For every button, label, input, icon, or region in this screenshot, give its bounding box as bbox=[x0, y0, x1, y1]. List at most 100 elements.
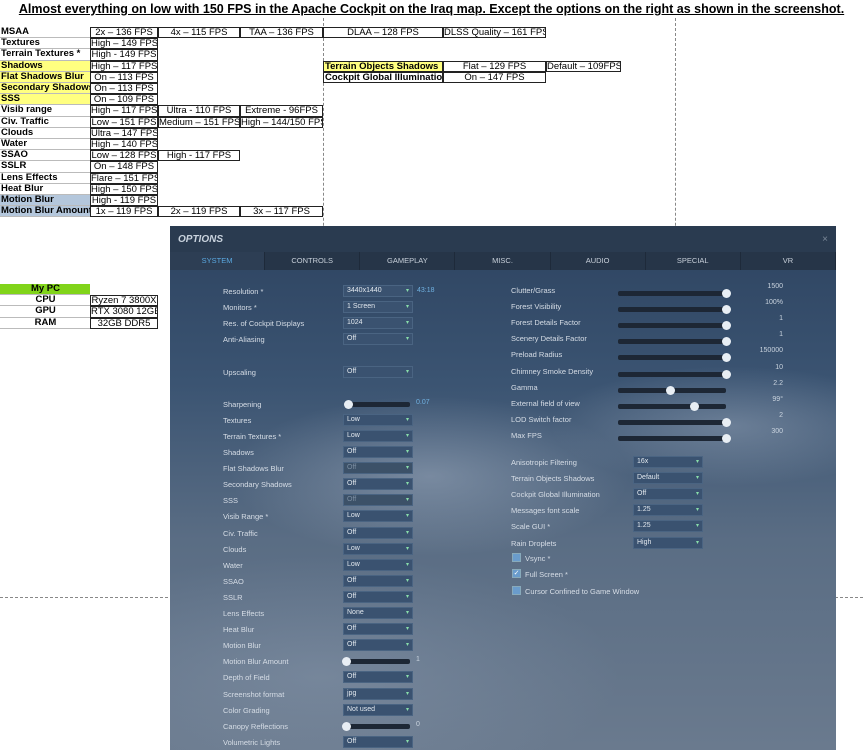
slider-value: 0 bbox=[416, 720, 420, 728]
sheet-cell: High – 150 FPS bbox=[90, 183, 158, 195]
setting-dropdown[interactable]: 16x bbox=[633, 456, 703, 468]
setting-dropdown[interactable]: Off bbox=[343, 478, 413, 491]
setting-slider[interactable] bbox=[618, 305, 731, 315]
slider-knob[interactable] bbox=[722, 369, 731, 379]
setting-dropdown[interactable]: Off bbox=[343, 590, 413, 603]
setting-dropdown[interactable]: 3440x1440 bbox=[343, 285, 413, 297]
setting-label: Volumetric Lights bbox=[223, 737, 281, 747]
setting-dropdown[interactable]: Off bbox=[343, 574, 413, 587]
checkbox[interactable]: ✓ bbox=[512, 569, 521, 579]
setting-dropdown[interactable]: Off bbox=[343, 365, 413, 378]
setting-dropdown[interactable]: Off bbox=[343, 333, 413, 346]
slider-knob[interactable] bbox=[343, 399, 353, 409]
setting-slider[interactable] bbox=[618, 385, 726, 395]
setting-label: Terrain Objects Shadows bbox=[511, 474, 595, 484]
setting-row: Textures Low bbox=[170, 412, 500, 428]
setting-dropdown[interactable]: 1024 bbox=[343, 317, 413, 330]
setting-slider[interactable] bbox=[618, 337, 731, 347]
sheet-cell: 1x – 119 FPS bbox=[90, 206, 158, 218]
setting-dropdown[interactable]: Low bbox=[343, 542, 413, 555]
tab-gameplay[interactable]: GAMEPLAY bbox=[360, 252, 456, 270]
slider-knob[interactable] bbox=[722, 353, 731, 363]
slider-knob[interactable] bbox=[689, 401, 699, 411]
sheet-cell: 2x – 119 FPS bbox=[158, 206, 240, 218]
setting-row: Monitors * 1 Screen bbox=[170, 299, 500, 315]
setting-dropdown[interactable]: Low bbox=[343, 413, 413, 426]
setting-dropdown[interactable]: Off bbox=[343, 623, 413, 636]
setting-row: Flat Shadows Blur Off bbox=[170, 460, 500, 476]
checkbox[interactable] bbox=[512, 553, 521, 562]
slider-value: 99° bbox=[772, 395, 783, 403]
setting-label: Flat Shadows Blur bbox=[223, 464, 284, 474]
slider-knob[interactable] bbox=[722, 321, 731, 331]
setting-label: LOD Switch factor bbox=[511, 414, 572, 424]
slider-knob[interactable] bbox=[665, 385, 675, 395]
slider-knob[interactable] bbox=[722, 289, 731, 298]
tab-audio[interactable]: AUDIO bbox=[551, 252, 646, 270]
sheet-cell: High – 144/150 FPS bbox=[240, 116, 323, 128]
slider-knob[interactable] bbox=[722, 417, 731, 427]
checkbox-row[interactable]: Vsync * bbox=[510, 551, 710, 567]
setting-row: Terrain Objects Shadows Default bbox=[510, 470, 710, 486]
setting-dropdown[interactable]: Off bbox=[343, 526, 413, 539]
setting-slider[interactable] bbox=[618, 369, 731, 379]
setting-dropdown[interactable]: 1 Screen bbox=[343, 301, 413, 314]
checkbox[interactable] bbox=[512, 585, 521, 595]
setting-dropdown[interactable]: Not used bbox=[343, 703, 413, 716]
setting-row: Messages font scale 1.25 bbox=[510, 502, 710, 518]
setting-dropdown[interactable]: Off bbox=[633, 488, 703, 501]
setting-slider[interactable] bbox=[618, 321, 731, 331]
setting-slider[interactable] bbox=[618, 433, 731, 443]
setting-dropdown[interactable]: None bbox=[343, 607, 413, 619]
sheet-row-label: Terrain Objects Shadows bbox=[323, 61, 443, 73]
checkbox-label: Full Screen * bbox=[525, 570, 568, 580]
setting-dropdown[interactable]: Off bbox=[343, 639, 413, 652]
slider-knob[interactable] bbox=[342, 657, 351, 667]
setting-dropdown[interactable]: High bbox=[633, 536, 703, 549]
slider-knob[interactable] bbox=[722, 305, 731, 315]
setting-label: Motion Blur Amount bbox=[223, 657, 289, 667]
slider-knob[interactable] bbox=[342, 721, 351, 731]
slider-row: Preload Radius 150000 bbox=[510, 347, 810, 363]
setting-dropdown[interactable]: jpg bbox=[343, 687, 413, 700]
sheet-row-label: Flat Shadows Blur bbox=[0, 71, 90, 83]
slider-knob[interactable] bbox=[722, 337, 731, 347]
tab-special[interactable]: SPECIAL bbox=[646, 252, 741, 270]
slider-knob[interactable] bbox=[722, 433, 731, 443]
setting-slider[interactable] bbox=[342, 657, 410, 667]
slider-value: 1 bbox=[779, 331, 783, 339]
setting-dropdown[interactable]: Low bbox=[343, 558, 413, 571]
setting-slider[interactable] bbox=[343, 399, 410, 409]
setting-dropdown[interactable]: Off bbox=[343, 735, 413, 748]
setting-dropdown[interactable]: 1.25 bbox=[633, 520, 703, 533]
setting-row: Volumetric Lights Off bbox=[170, 734, 500, 750]
slider-value: 2 bbox=[779, 411, 783, 419]
setting-dropdown[interactable]: Default bbox=[633, 472, 703, 485]
pc-row-value: 32GB DDR5 bbox=[90, 317, 158, 329]
setting-label: SSS bbox=[223, 496, 239, 506]
setting-slider[interactable] bbox=[618, 417, 731, 427]
setting-slider[interactable] bbox=[618, 353, 731, 363]
setting-label: Secondary Shadows bbox=[223, 480, 292, 490]
tab-misc[interactable]: MISC. bbox=[455, 252, 551, 270]
close-icon[interactable]: × bbox=[822, 234, 828, 245]
setting-dropdown[interactable]: Low bbox=[343, 429, 413, 442]
setting-slider[interactable] bbox=[618, 401, 726, 411]
tab-system[interactable]: SYSTEM bbox=[170, 252, 266, 270]
tab-controls[interactable]: CONTROLS bbox=[265, 252, 361, 270]
sheet-row-label: Motion Blur bbox=[0, 195, 90, 207]
tab-vr[interactable]: VR bbox=[741, 252, 836, 270]
options-title: OPTIONS bbox=[170, 226, 836, 252]
setting-label: Motion Blur bbox=[223, 641, 261, 651]
setting-row: Terrain Textures * Low bbox=[170, 428, 500, 444]
setting-slider[interactable] bbox=[342, 721, 410, 731]
setting-dropdown[interactable]: Low bbox=[343, 510, 413, 523]
setting-label: SSLR bbox=[223, 592, 243, 602]
setting-dropdown[interactable]: 1.25 bbox=[633, 504, 703, 517]
checkbox-row[interactable]: ✓ Full Screen * bbox=[510, 567, 710, 583]
setting-dropdown[interactable]: Off bbox=[343, 671, 413, 684]
setting-row: Civ. Traffic Off bbox=[170, 525, 500, 541]
setting-slider[interactable] bbox=[618, 289, 731, 298]
setting-dropdown[interactable]: Off bbox=[343, 446, 413, 458]
checkbox-row[interactable]: Cursor Confined to Game Window bbox=[510, 584, 710, 600]
